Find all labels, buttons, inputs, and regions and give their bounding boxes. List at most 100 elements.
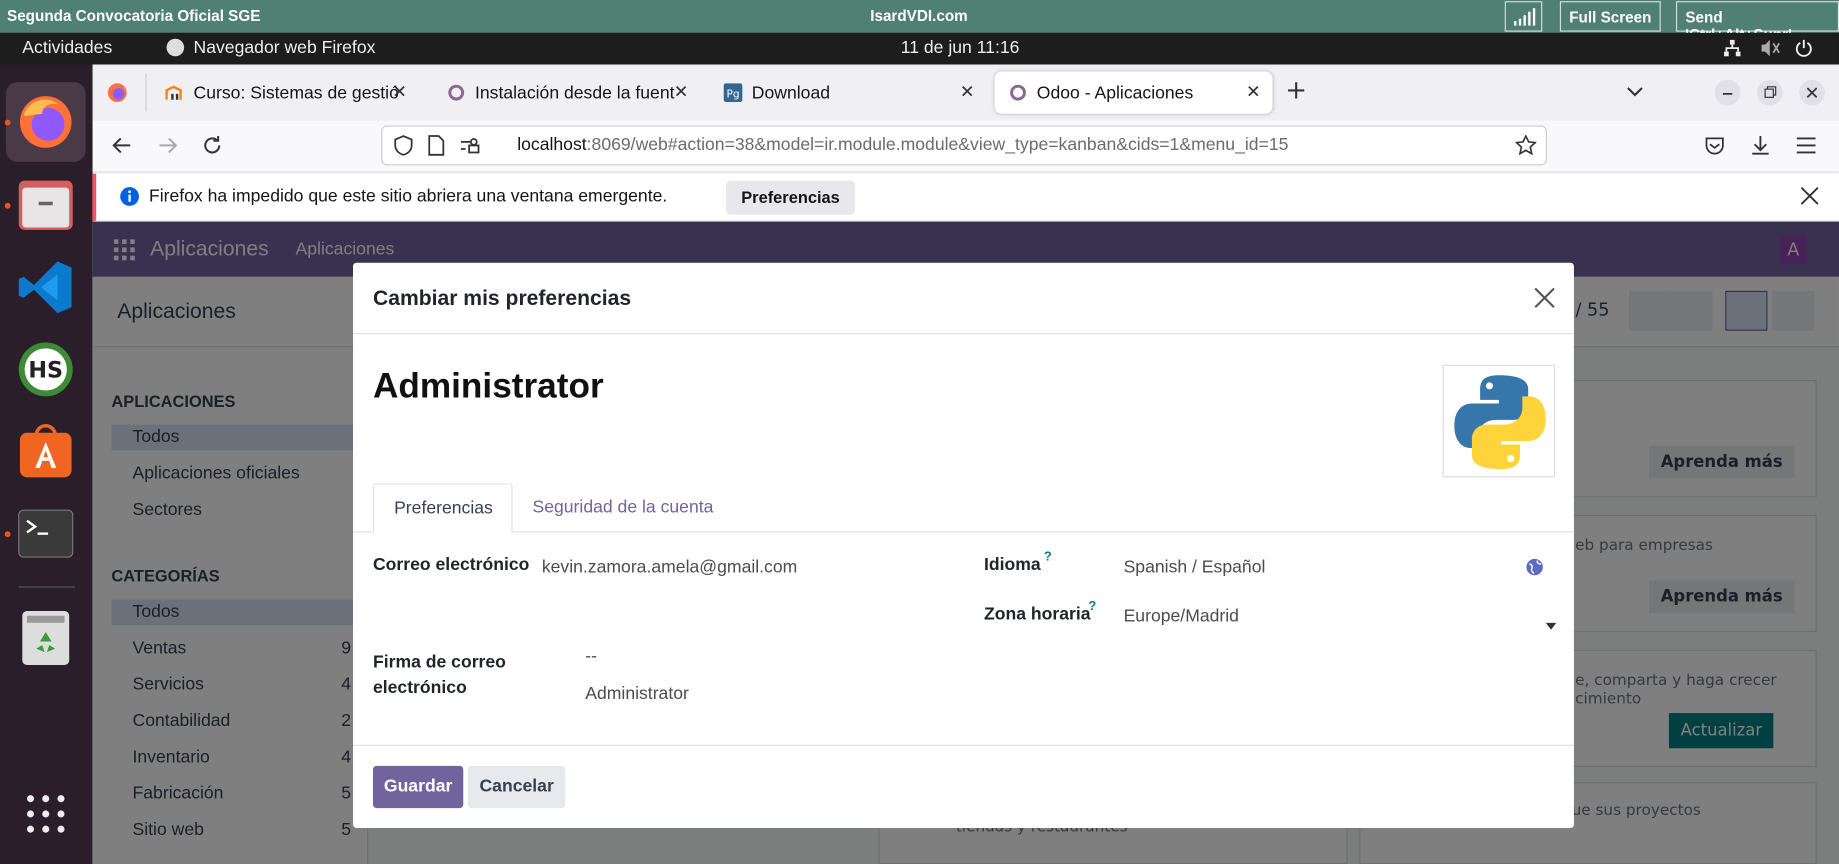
list-all-tabs-icon[interactable] [1626,81,1645,103]
language-select[interactable]: Spanish / Español [1124,557,1266,577]
software-center-dock-icon[interactable] [6,412,86,492]
page-info-icon[interactable] [427,135,446,161]
popup-blocked-notification: Firefox ha impedido que este sitio abrie… [92,173,1839,222]
user-avatar-image[interactable] [1442,364,1556,478]
svg-text:HS: HS [28,358,63,384]
signature-label: Firma de correo [372,652,506,673]
close-dialog-icon[interactable] [1533,286,1556,315]
hs-app-dock-icon[interactable]: HS [6,330,86,410]
odoo-icon [447,83,466,102]
tab-label: Download [751,82,831,103]
preferences-dialog: Cambiar mis preferencias Administrator P… [353,262,1574,829]
globe-icon[interactable] [1526,558,1544,581]
dock: HS [0,64,93,864]
email-label: Correo electrónico [372,554,530,575]
notification-message: Firefox ha impedido que este sitio abrie… [148,186,668,207]
app-menu-label: Navegador web Firefox [193,37,376,58]
back-icon[interactable] [111,135,132,161]
files-dock-icon[interactable] [6,165,86,245]
tab-preferencias[interactable]: Preferencias [372,483,513,533]
power-icon[interactable] [1794,39,1813,62]
tab-label: Instalación desde la fuent [474,82,675,103]
dropdown-caret-icon[interactable] [1545,615,1557,636]
close-window-icon[interactable] [1799,79,1825,106]
fullscreen-button[interactable]: Full Screen [1559,1,1661,32]
tab-label: Odoo - Aplicaciones [1036,82,1194,103]
dialog-title: Cambiar mis preferencias [372,286,632,310]
vscode-dock-icon[interactable] [6,247,86,327]
tab-bar: Curso: Sistemas de gestió ✕ Instalación … [92,64,1839,121]
tab-odoo-aplicaciones[interactable]: Odoo - Aplicaciones ✕ [994,71,1273,114]
network-icon[interactable] [1723,39,1742,62]
app-menu-hamburger-icon[interactable] [1796,136,1817,159]
save-button[interactable]: Guardar [372,765,464,809]
email-field[interactable]: kevin.zamora.amela@gmail.com [542,557,797,577]
firefox-window: Curso: Sistemas de gestió ✕ Instalación … [92,64,1839,864]
navigation-toolbar: localhost:8069/web#action=38&model=ir.mo… [92,120,1839,173]
close-tab-icon[interactable]: ✕ [960,81,975,102]
vdi-host: IsardVDI.com [870,7,968,25]
language-label: Idioma [984,554,1041,575]
close-notification-icon[interactable] [1799,185,1820,211]
vdi-toolbar: Segunda Convocatoria Oficial SGE IsardVD… [0,0,1839,43]
close-tab-icon[interactable]: ✕ [1246,81,1261,102]
odoo-page: Aplicaciones Aplicaciones A Aplicaciones… [92,221,1839,864]
url-host: localhost [517,134,587,155]
trash-dock-icon[interactable] [6,598,86,678]
firefox-dock-icon[interactable] [5,82,86,162]
signature-field[interactable]: Administrator [585,684,689,704]
downloads-icon[interactable] [1750,135,1771,161]
tracking-shield-icon[interactable] [393,135,414,161]
tab-label: Preferencias [394,498,493,519]
reload-icon[interactable] [202,135,223,161]
preferences-button[interactable]: Preferencias [725,180,856,215]
send-ctrl-alt-del-button[interactable]: Send 'Ctrl+Alt+Supr' [1675,1,1839,43]
svg-text:Pg: Pg [726,88,739,100]
dock-separator [18,586,76,588]
forward-icon[interactable] [157,135,178,161]
tab-curso[interactable]: Curso: Sistemas de gestió ✕ [151,72,418,114]
clock[interactable]: 11 de jun 11:16 [901,38,1020,58]
firefox-small-icon [166,38,185,57]
restore-icon[interactable] [1756,79,1783,106]
help-tooltip-icon[interactable]: ? [1044,550,1052,564]
url-text[interactable]: localhost:8069/web#action=38&model=ir.mo… [517,135,1288,155]
url-path: :8069/web#action=38&model=ir.module.modu… [586,134,1289,155]
gnome-top-bar: Actividades Navegador web Firefox 11 de … [0,32,1839,65]
running-indicator [4,119,11,126]
cancel-button[interactable]: Cancelar [467,765,566,809]
vdi-session-title: Segunda Convocatoria Oficial SGE [7,7,261,25]
user-name: Administrator [372,367,604,406]
activities-button[interactable]: Actividades [22,38,112,58]
tab-download[interactable]: Pg Download ✕ [710,72,987,114]
close-tab-icon[interactable]: ✕ [674,81,689,102]
close-tab-icon[interactable]: ✕ [392,81,407,102]
signal-strength-icon[interactable] [1504,1,1543,32]
info-icon [120,186,140,211]
show-apps-grid-icon[interactable] [6,774,86,854]
firefox-view-icon[interactable] [107,82,128,108]
divider [353,333,1574,335]
signature-separator: -- [585,646,597,667]
postgres-icon: Pg [723,83,743,103]
divider [353,744,1574,746]
bookmark-star-icon[interactable] [1514,134,1538,161]
minimize-icon[interactable] [1714,79,1741,106]
tabs-baseline [353,531,1574,533]
volume-muted-icon[interactable] [1759,39,1780,62]
pocket-icon[interactable] [1704,135,1725,161]
running-indicator [4,531,11,538]
tab-separator [145,73,147,112]
url-bar[interactable]: localhost:8069/web#action=38&model=ir.mo… [381,125,1547,166]
terminal-dock-icon[interactable] [6,494,86,574]
running-indicator [4,202,11,209]
tab-label: Curso: Sistemas de gestió [193,82,399,103]
new-tab-icon[interactable]: + [1285,76,1307,105]
timezone-select[interactable]: Europe/Madrid [1124,606,1239,626]
tab-seguridad[interactable]: Seguridad de la cuenta [532,497,713,517]
tab-instalacion[interactable]: Instalación desde la fuent ✕ [433,72,700,114]
help-tooltip-icon[interactable]: ? [1088,599,1096,613]
odoo-icon [1009,83,1028,102]
app-menu[interactable]: Navegador web Firefox [166,37,376,58]
permissions-icon[interactable] [460,136,481,159]
